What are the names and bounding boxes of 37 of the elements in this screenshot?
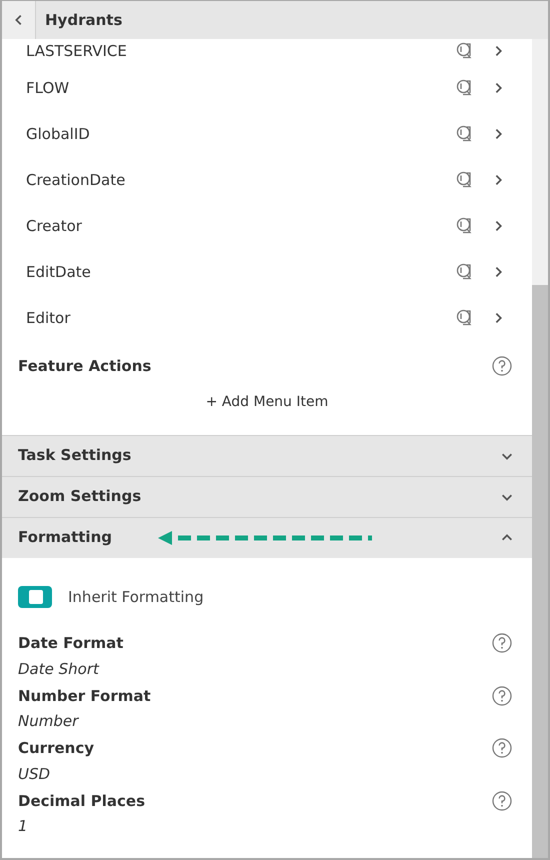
section-header[interactable]: Formatting bbox=[2, 516, 532, 558]
field-name[interactable]: CreationDate bbox=[26, 168, 456, 192]
section-header[interactable]: Task Settings bbox=[2, 434, 532, 476]
field-name[interactable]: EditDate bbox=[26, 260, 456, 284]
help-icon[interactable] bbox=[492, 790, 512, 811]
toggle-switch[interactable] bbox=[18, 586, 52, 608]
toggle-label: Inherit Formatting bbox=[68, 586, 204, 608]
zoom-icon[interactable] bbox=[456, 309, 474, 327]
help-icon[interactable] bbox=[492, 738, 512, 758]
help-icon[interactable] bbox=[492, 356, 512, 376]
zoom-icon[interactable] bbox=[456, 171, 474, 189]
field-name[interactable]: LASTSERVICE bbox=[26, 40, 456, 62]
add-menu-item-button[interactable]: + Add Menu Item bbox=[198, 386, 336, 418]
help-icon[interactable] bbox=[492, 633, 512, 654]
setting-label: Currency bbox=[18, 738, 94, 759]
help-icon[interactable] bbox=[492, 686, 512, 706]
setting-value[interactable]: USD bbox=[18, 764, 50, 782]
setting-value[interactable]: 1 bbox=[18, 817, 28, 835]
panel-title: Hydrants bbox=[44, 10, 122, 31]
setting-label: Decimal Places bbox=[18, 790, 146, 812]
section-header[interactable]: Zoom Settings bbox=[2, 476, 532, 516]
section-heading: Feature Actions bbox=[18, 356, 152, 377]
zoom-icon[interactable] bbox=[456, 42, 474, 60]
field-name[interactable]: Creator bbox=[26, 214, 456, 238]
setting-label: Date Format bbox=[18, 633, 124, 654]
setting-label: Number Format bbox=[18, 686, 151, 706]
zoom-icon[interactable] bbox=[456, 217, 474, 235]
scrollbar[interactable] bbox=[532, 39, 548, 858]
field-name[interactable]: Editor bbox=[26, 306, 456, 330]
zoom-icon[interactable] bbox=[456, 125, 474, 143]
zoom-icon[interactable] bbox=[456, 79, 474, 97]
setting-value[interactable]: Date Short bbox=[18, 660, 99, 678]
scrollbar-thumb[interactable] bbox=[532, 284, 548, 858]
field-name[interactable]: GlobalID bbox=[26, 122, 456, 146]
zoom-icon[interactable] bbox=[456, 263, 474, 281]
field-name[interactable]: FLOW bbox=[26, 76, 456, 100]
setting-value[interactable]: Number bbox=[18, 712, 78, 730]
